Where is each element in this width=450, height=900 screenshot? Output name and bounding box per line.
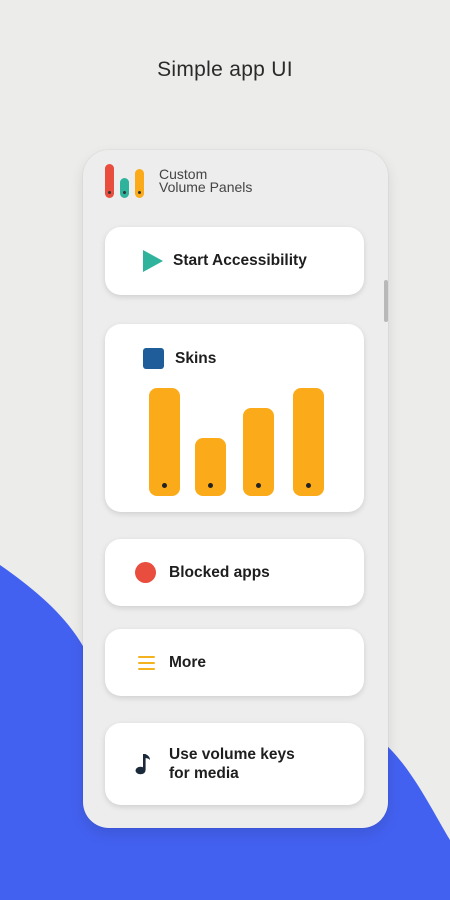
volume-keys-label-line1: Use volume keys: [169, 746, 295, 763]
app-header: Custom Volume Panels: [105, 164, 252, 198]
blocked-apps-label: Blocked apps: [169, 563, 270, 581]
phone-frame: Custom Volume Panels Start Accessibility…: [83, 150, 388, 828]
page-headline: Simple app UI: [157, 58, 293, 81]
more-label: More: [169, 653, 207, 671]
scrollbar[interactable]: [384, 280, 388, 322]
app-title: Custom Volume Panels: [159, 167, 253, 195]
play-icon: [143, 250, 163, 272]
skins-label: Skins: [175, 349, 217, 367]
skin-preview-bar: [149, 388, 180, 496]
app-title-line2: Volume Panels: [159, 179, 253, 195]
start-accessibility-button[interactable]: Start Accessibility: [105, 227, 364, 295]
menu-icon: [138, 655, 155, 670]
skin-preview-bar: [243, 408, 274, 496]
app-logo-icon: [105, 164, 149, 198]
volume-keys-button[interactable]: Use volume keys for media: [105, 723, 364, 805]
music-note-icon: [135, 754, 150, 775]
circle-icon: [135, 562, 156, 583]
skins-preview: [105, 384, 364, 496]
blocked-apps-button[interactable]: Blocked apps: [105, 539, 364, 606]
more-button[interactable]: More: [105, 629, 364, 696]
skin-preview-bar: [293, 388, 324, 496]
skin-preview-bar: [195, 438, 226, 496]
volume-keys-label-line2: for media: [169, 765, 239, 782]
square-icon: [143, 348, 164, 369]
start-accessibility-label: Start Accessibility: [173, 252, 307, 269]
skins-card[interactable]: Skins: [105, 324, 364, 512]
volume-keys-label: Use volume keys for media: [169, 745, 295, 783]
